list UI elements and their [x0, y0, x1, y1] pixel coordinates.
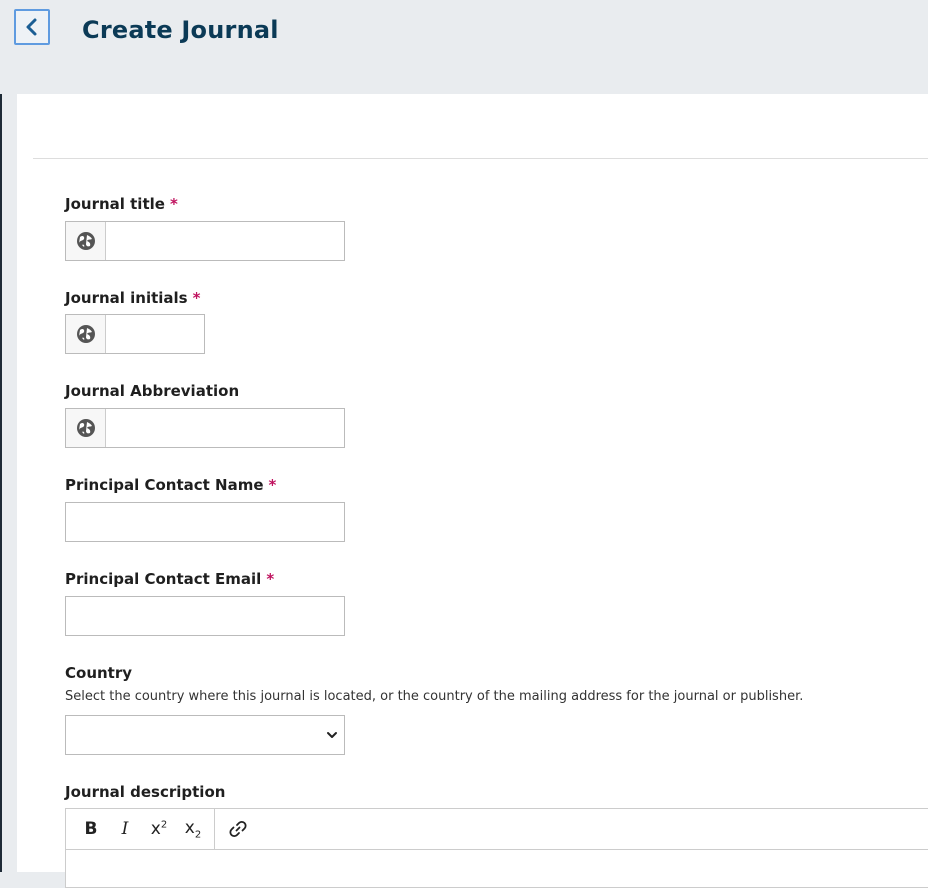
chevron-left-icon [26, 18, 37, 36]
country-label-text: Country [65, 664, 133, 682]
contact-name-label: Principal Contact Name * [65, 476, 276, 494]
required-mark: * [266, 570, 275, 588]
superscript-button[interactable]: x2 [142, 814, 176, 844]
country-label: Country [65, 664, 132, 682]
form-panel: Journal title * Journal initials * Journ… [17, 94, 928, 888]
locale-button[interactable] [66, 222, 106, 260]
contact-email-label-text: Principal Contact Email [65, 570, 262, 588]
locale-button[interactable] [66, 409, 106, 447]
page-header: Create Journal [0, 0, 928, 94]
description-label-text: Journal description [65, 783, 226, 801]
globe-icon [76, 232, 95, 250]
editor-toolbar: B I x2 x2 [66, 809, 928, 850]
window-edge [0, 0, 2, 872]
journal-initials-label: Journal initials * [65, 289, 200, 307]
contact-name-input[interactable] [66, 503, 344, 541]
journal-abbreviation-input[interactable] [106, 409, 344, 447]
chevron-down-icon [327, 732, 337, 738]
journal-abbreviation-label: Journal Abbreviation [65, 382, 239, 400]
country-select[interactable] [65, 715, 345, 755]
superscript-icon: x2 [150, 819, 168, 839]
contact-name-label-text: Principal Contact Name [65, 476, 264, 494]
journal-initials-field [65, 314, 303, 354]
contact-name-field [65, 502, 345, 542]
required-mark: * [192, 289, 201, 307]
journal-abbreviation-field [65, 408, 345, 448]
country-description: Select the country where this journal is… [65, 689, 804, 704]
toolbar-separator [214, 809, 215, 849]
bold-icon: B [84, 819, 98, 839]
journal-initials-input[interactable] [106, 315, 303, 353]
contact-email-label: Principal Contact Email * [65, 570, 274, 588]
link-icon [229, 820, 247, 838]
journal-title-label-text: Journal title [65, 195, 165, 213]
globe-icon [76, 419, 95, 437]
required-mark: * [268, 476, 277, 494]
journal-initials-label-text: Journal initials [65, 289, 188, 307]
locale-button[interactable] [66, 315, 106, 353]
italic-button[interactable]: I [108, 814, 142, 844]
globe-icon [76, 325, 95, 343]
journal-title-field [65, 221, 345, 261]
description-label: Journal description [65, 783, 225, 801]
journal-title-input[interactable] [106, 222, 344, 260]
link-button[interactable] [221, 814, 255, 844]
contact-email-input[interactable] [66, 597, 344, 635]
subscript-button[interactable]: x2 [176, 814, 210, 844]
subscript-icon: x2 [184, 817, 202, 841]
page-title: Create Journal [82, 16, 279, 44]
back-button[interactable] [14, 9, 50, 45]
required-mark: * [169, 195, 178, 213]
contact-email-field [65, 596, 345, 636]
description-editor: B I x2 x2 [65, 808, 928, 888]
journal-abbreviation-label-text: Journal Abbreviation [65, 382, 240, 400]
divider [33, 158, 928, 159]
bold-button[interactable]: B [74, 814, 108, 844]
italic-icon: I [121, 819, 129, 839]
journal-title-label: Journal title * [65, 195, 178, 213]
